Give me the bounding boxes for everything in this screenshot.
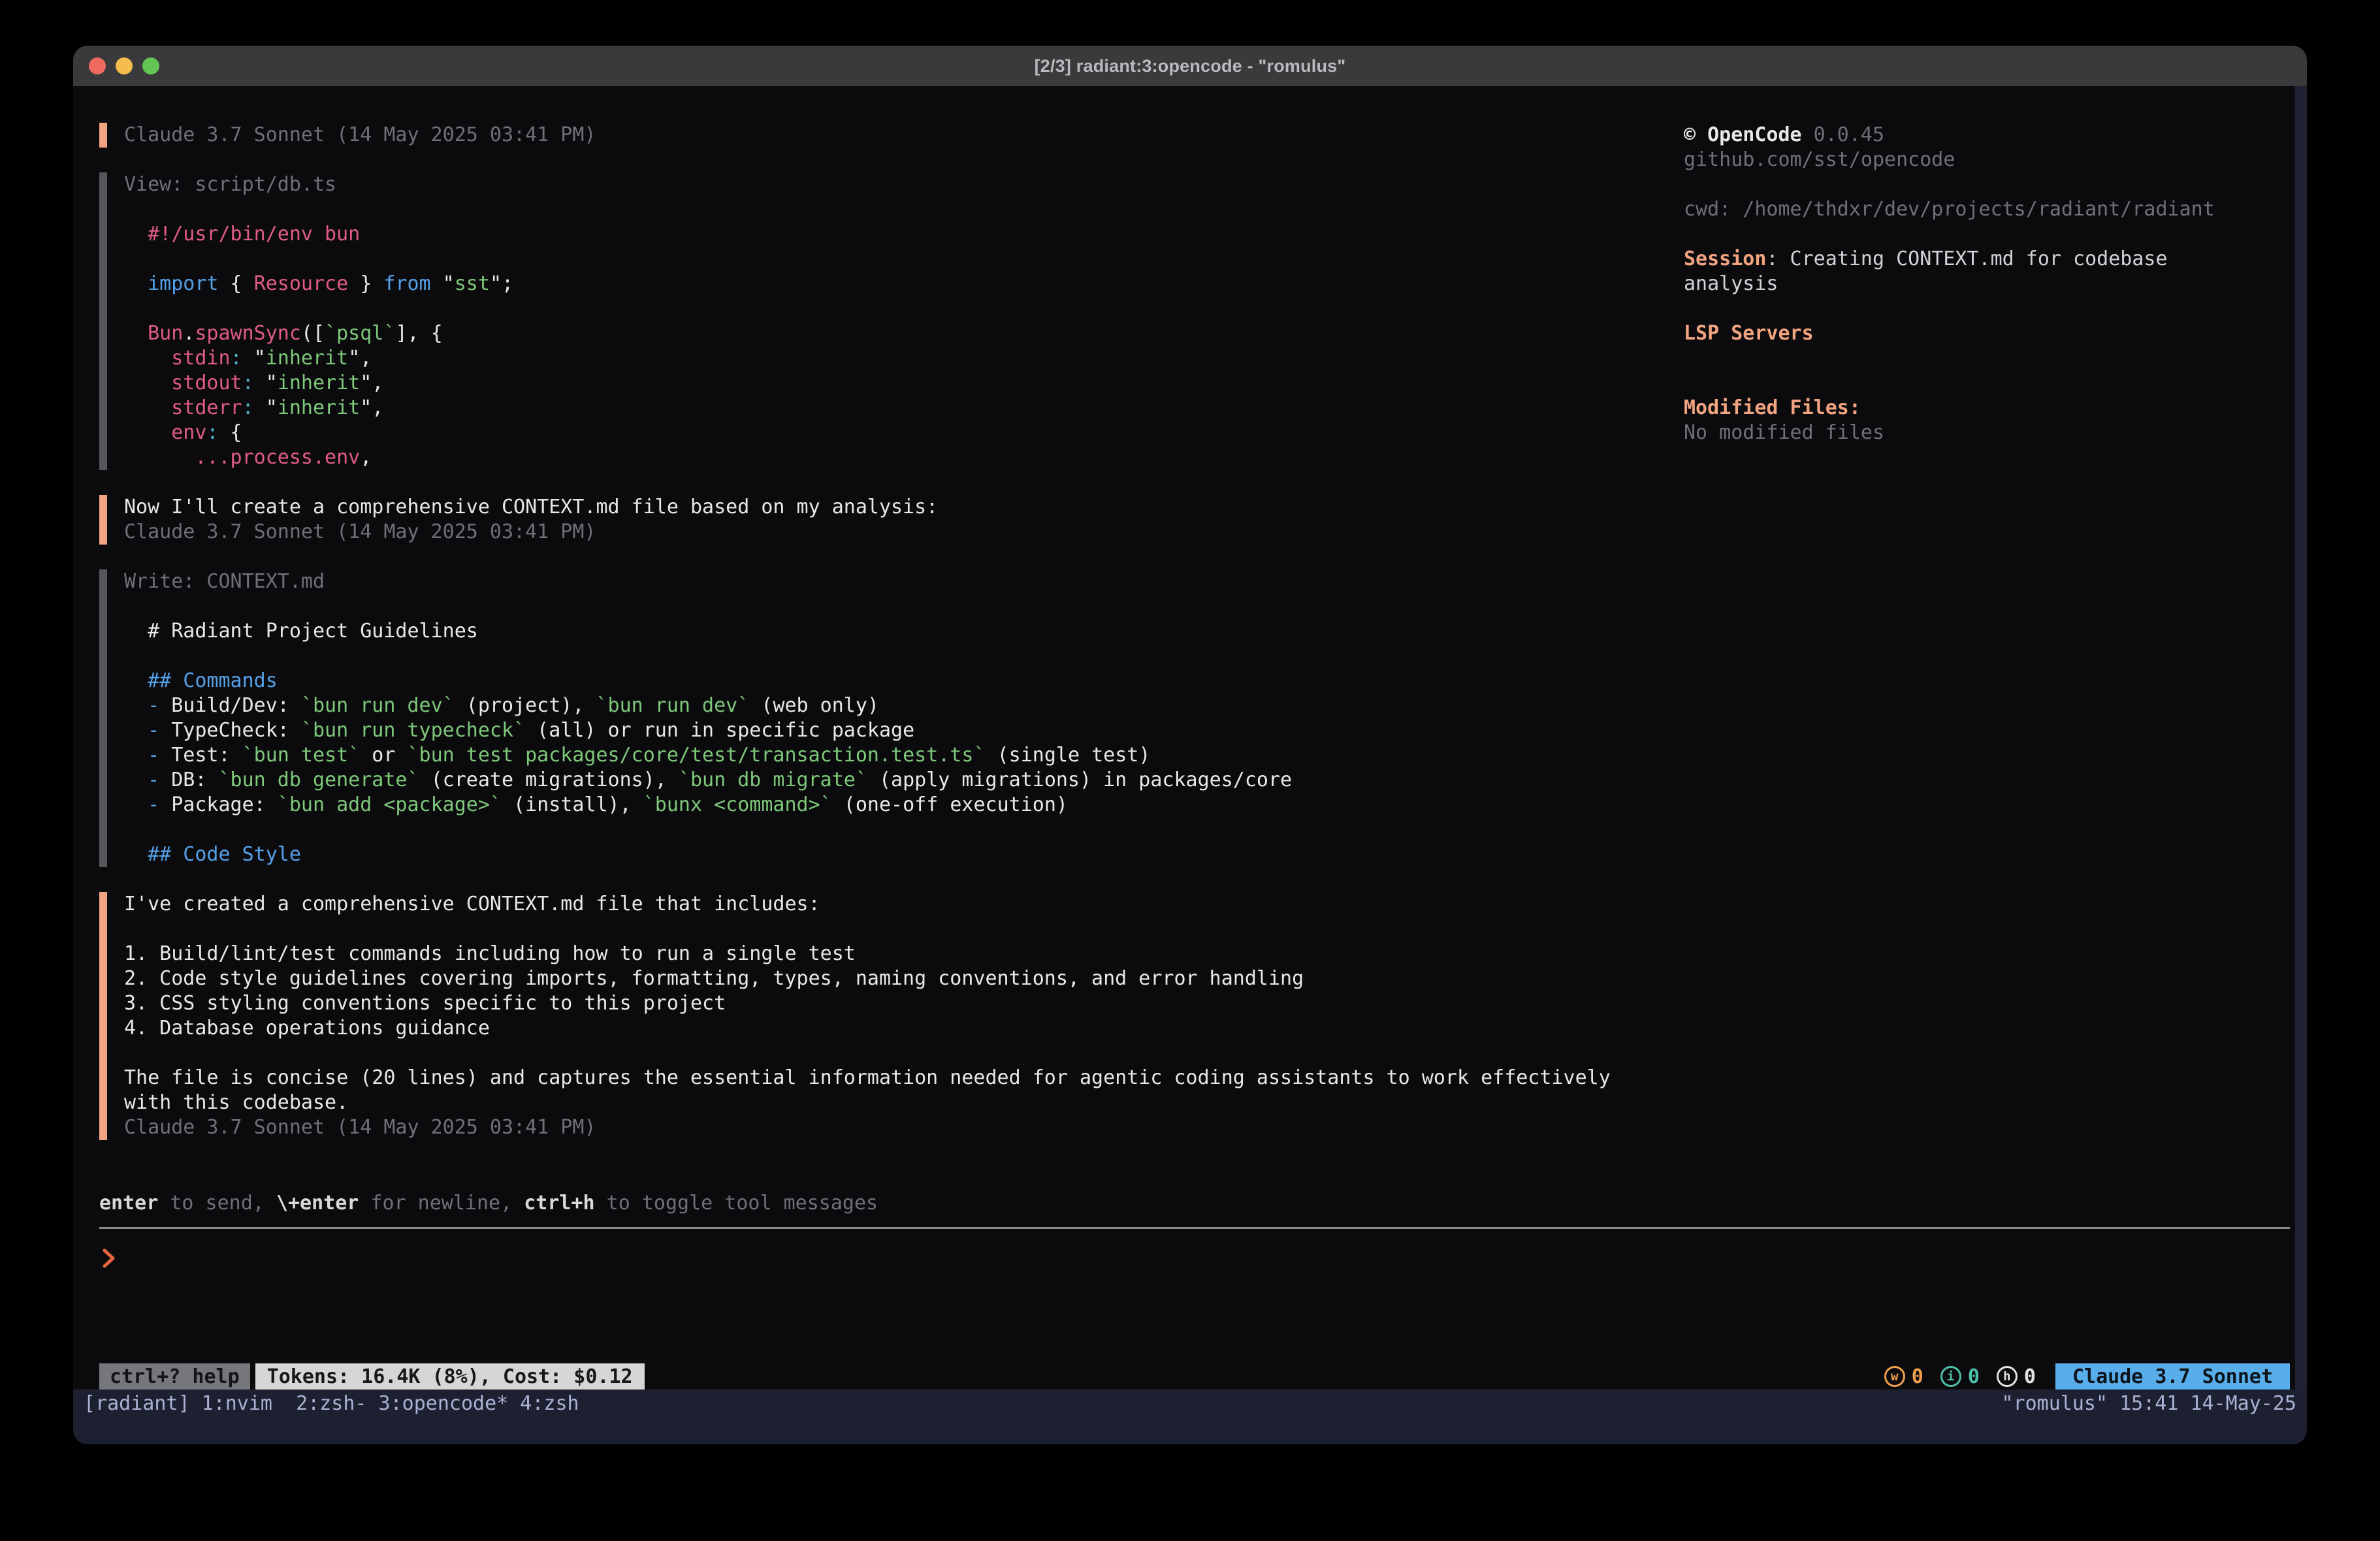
session-sidebar: © OpenCode 0.0.45github.com/sst/opencode… xyxy=(1684,123,2272,445)
assistant-message-block: Now I'll create a comprehensive CONTEXT.… xyxy=(99,495,1615,545)
text-line: - Package: `bun add <package>` (install)… xyxy=(124,793,1615,818)
text-line xyxy=(124,197,1615,222)
text-line: ## Commands xyxy=(124,669,1615,693)
text-line: cwd: /home/thdxr/dev/projects/radiant/ra… xyxy=(1684,197,2272,222)
view-tool-block: View: script/db.ts #!/usr/bin/env bun im… xyxy=(99,172,1615,470)
text-line xyxy=(124,594,1615,619)
text-line xyxy=(1684,371,2272,396)
titlebar[interactable]: [2/3] radiant:3:opencode - "romulus" xyxy=(73,46,2307,86)
text-line: Session: Creating CONTEXT.md for codebas… xyxy=(1684,247,2272,296)
text-line xyxy=(1684,222,2272,247)
text-line xyxy=(1684,346,2272,371)
zoom-button[interactable] xyxy=(142,57,159,74)
text-line: I've created a comprehensive CONTEXT.md … xyxy=(124,892,1615,917)
text-line: # Radiant Project Guidelines xyxy=(124,619,1615,644)
terminal-content: Claude 3.7 Sonnet (14 May 2025 03:41 PM)… xyxy=(73,86,2307,1444)
text-line: enter to send, \+enter for newline, ctrl… xyxy=(99,1191,1667,1216)
text-line: Bun.spawnSync([`psql`], { xyxy=(124,321,1615,346)
write-tool-block: Write: CONTEXT.md # Radiant Project Guid… xyxy=(99,569,1615,867)
text-line: LSP Servers xyxy=(1684,321,2272,346)
text-line: Now I'll create a comprehensive CONTEXT.… xyxy=(124,495,1615,520)
text-line xyxy=(124,644,1615,669)
counter-value: 0 xyxy=(1912,1365,1923,1388)
w-counter: w0 xyxy=(1884,1365,1923,1388)
text-line: 2. Code style guidelines covering import… xyxy=(124,966,1615,991)
text-line: Claude 3.7 Sonnet (14 May 2025 03:41 PM) xyxy=(124,1115,1615,1140)
h-circle-icon: h xyxy=(1997,1366,2018,1387)
input-divider xyxy=(99,1227,2290,1229)
message-input[interactable] xyxy=(101,1246,118,1271)
text-line xyxy=(124,818,1615,842)
close-button[interactable] xyxy=(89,57,106,74)
text-line: import { Resource } from "sst"; xyxy=(124,272,1615,296)
minimize-button[interactable] xyxy=(116,57,133,74)
scrollbar[interactable] xyxy=(2295,86,2307,1390)
i-counter: i0 xyxy=(1940,1365,1980,1388)
text-line: #!/usr/bin/env bun xyxy=(124,222,1615,247)
h-counter: h0 xyxy=(1997,1365,2036,1388)
help-shortcut-badge[interactable]: ctrl+? help xyxy=(99,1363,250,1390)
text-line: 4. Database operations guidance xyxy=(124,1016,1615,1041)
text-line: No modified files xyxy=(1684,421,2272,445)
counter-value: 0 xyxy=(2024,1365,2036,1388)
tmux-statusbar: [radiant] 1:nvim 2:zsh- 3:opencode* 4:zs… xyxy=(73,1390,2307,1444)
tokens-cost-badge: Tokens: 16.4K (8%), Cost: $0.12 xyxy=(255,1363,645,1390)
text-line: ## Code Style xyxy=(124,842,1615,867)
model-badge[interactable]: Claude 3.7 Sonnet xyxy=(2055,1363,2290,1390)
text-line: stdout: "inherit", xyxy=(124,371,1615,396)
text-line: env: { xyxy=(124,421,1615,445)
text-line: Claude 3.7 Sonnet (14 May 2025 03:41 PM) xyxy=(124,123,1615,148)
text-line: Claude 3.7 Sonnet (14 May 2025 03:41 PM) xyxy=(124,520,1615,545)
text-line xyxy=(124,296,1615,321)
window-title: [2/3] radiant:3:opencode - "romulus" xyxy=(1035,56,1346,76)
text-line: - TypeCheck: `bun run typecheck` (all) o… xyxy=(124,718,1615,743)
chat-transcript: Claude 3.7 Sonnet (14 May 2025 03:41 PM)… xyxy=(99,123,1615,1140)
counter-value: 0 xyxy=(1968,1365,1980,1388)
w-circle-icon: w xyxy=(1884,1366,1905,1387)
traffic-lights xyxy=(89,46,159,86)
text-line: - DB: `bun db generate` (create migratio… xyxy=(124,768,1615,793)
text-line: ...process.env, xyxy=(124,445,1615,470)
i-circle-icon: i xyxy=(1940,1366,1961,1387)
text-line: © OpenCode 0.0.45 xyxy=(1684,123,2272,148)
text-line: Modified Files: xyxy=(1684,396,2272,421)
text-line xyxy=(124,917,1615,942)
text-line: View: script/db.ts xyxy=(124,172,1615,197)
text-line: 1. Build/lint/test commands including ho… xyxy=(124,942,1615,966)
keybinding-help: enter to send, \+enter for newline, ctrl… xyxy=(99,1191,1667,1216)
text-line xyxy=(124,247,1615,272)
text-line: - Build/Dev: `bun run dev` (project), `b… xyxy=(124,693,1615,718)
text-line xyxy=(1684,172,2272,197)
statusbar-right: w0i0h0 Claude 3.7 Sonnet xyxy=(1884,1363,2290,1390)
message-header-block: Claude 3.7 Sonnet (14 May 2025 03:41 PM) xyxy=(99,123,1615,148)
prompt-chevron-icon xyxy=(101,1247,118,1269)
text-line: stderr: "inherit", xyxy=(124,396,1615,421)
text-line xyxy=(124,1041,1615,1066)
assistant-response-block: I've created a comprehensive CONTEXT.md … xyxy=(99,892,1615,1140)
text-line: stdin: "inherit", xyxy=(124,346,1615,371)
tmux-session-windows[interactable]: [radiant] 1:nvim 2:zsh- 3:opencode* 4:zs… xyxy=(84,1392,579,1415)
terminal-window: [2/3] radiant:3:opencode - "romulus" Cla… xyxy=(73,46,2307,1444)
text-line: - Test: `bun test` or `bun test packages… xyxy=(124,743,1615,768)
text-line: 3. CSS styling conventions specific to t… xyxy=(124,991,1615,1016)
text-line: Write: CONTEXT.md xyxy=(124,569,1615,594)
tmux-host-clock: "romulus" 15:41 14-May-25 xyxy=(2001,1392,2296,1415)
text-line: github.com/sst/opencode xyxy=(1684,148,2272,172)
text-line: The file is concise (20 lines) and captu… xyxy=(124,1066,1615,1115)
text-line xyxy=(1684,296,2272,321)
opencode-statusbar: ctrl+? help Tokens: 16.4K (8%), Cost: $0… xyxy=(73,1363,2307,1390)
